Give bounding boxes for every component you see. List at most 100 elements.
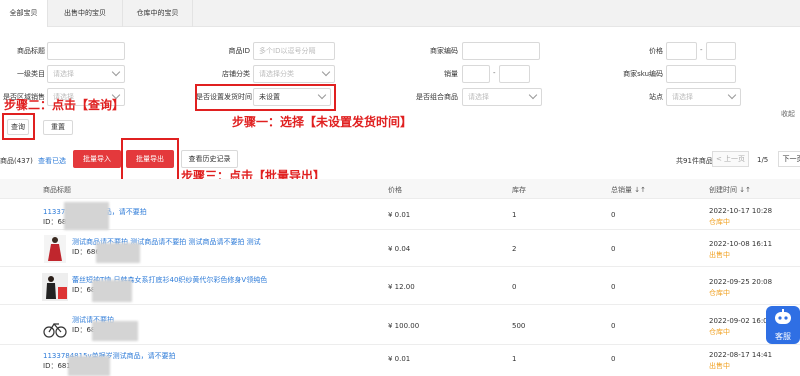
table-row: 113378…（测试商品，请不要拍 ID：68 ¥ 0.01 1 0 2022-… bbox=[0, 199, 800, 230]
header-stock: 库存 bbox=[512, 186, 526, 194]
price: ¥ 0.04 bbox=[388, 245, 411, 253]
category-select[interactable]: 请选择 bbox=[47, 65, 125, 83]
stock: 0 bbox=[512, 283, 517, 291]
annotation-step1: 步骤一：选择【未设置发货时间】 bbox=[232, 115, 413, 129]
tab-all-products[interactable]: 全部宝贝 bbox=[0, 0, 48, 27]
status-badge: 仓库中 bbox=[709, 218, 730, 226]
select-placeholder: 请选择 bbox=[672, 93, 693, 101]
merchant-code-input[interactable] bbox=[462, 42, 540, 60]
page-indicator: 1/5 bbox=[757, 156, 769, 164]
label-shop-category: 店铺分类 bbox=[222, 70, 250, 78]
stock: 2 bbox=[512, 245, 517, 253]
created-time: 2022-10-17 10:28 bbox=[709, 207, 773, 215]
header-created-time[interactable]: 创建时间 ↓↑ bbox=[709, 185, 751, 195]
total-sales: 0 bbox=[611, 211, 616, 219]
tab-in-warehouse[interactable]: 仓库中的宝贝 bbox=[123, 0, 193, 27]
tab-label: 出售中的宝贝 bbox=[64, 9, 106, 17]
label-site: 站点 bbox=[649, 93, 663, 101]
chevron-down-icon bbox=[111, 67, 121, 77]
price-min-input[interactable] bbox=[666, 42, 697, 60]
created-time: 2022-10-08 16:11 bbox=[709, 240, 773, 248]
select-placeholder: 请选择 bbox=[53, 70, 74, 78]
history-button[interactable]: 查看历史记录 bbox=[181, 150, 238, 168]
redacted-block bbox=[92, 321, 138, 341]
prev-page-button[interactable]: < 上一页 bbox=[712, 151, 749, 167]
created-time: 2022-08-17 14:41 bbox=[709, 351, 773, 359]
annotation-step2: 步骤二：点击【查询】 bbox=[4, 98, 125, 112]
status-badge: 出售中 bbox=[709, 362, 730, 370]
collapse-link[interactable]: 收起 bbox=[781, 109, 795, 119]
table-header: 商品标题 价格 库存 总销量 ↓↑ 创建时间 ↓↑ bbox=[0, 179, 800, 199]
view-selected-link[interactable]: 查看已选 bbox=[38, 156, 66, 166]
status-badge: 仓库中 bbox=[709, 289, 730, 297]
total-sales: 0 bbox=[611, 283, 616, 291]
stock: 500 bbox=[512, 322, 526, 330]
redacted-block bbox=[64, 202, 109, 230]
annotation-box-ship-time bbox=[195, 84, 336, 111]
sku-code-input[interactable] bbox=[666, 65, 736, 83]
total-count: 共91件商品 bbox=[676, 157, 713, 165]
product-thumbnail bbox=[42, 312, 68, 340]
stock: 1 bbox=[512, 355, 517, 363]
label-sku-code: 商家sku编码 bbox=[623, 70, 663, 78]
price: ¥ 0.01 bbox=[388, 211, 411, 219]
product-id: ID：68 bbox=[43, 218, 67, 226]
site-select[interactable]: 请选择 bbox=[666, 88, 741, 106]
chevron-down-icon bbox=[528, 90, 538, 100]
tab-label: 仓库中的宝贝 bbox=[136, 9, 179, 17]
reset-button[interactable]: 重置 bbox=[43, 120, 73, 135]
header-price: 价格 bbox=[388, 186, 402, 194]
select-placeholder: 请选择 bbox=[468, 93, 489, 101]
status-badge: 仓库中 bbox=[709, 328, 730, 336]
price: ¥ 12.00 bbox=[388, 283, 415, 291]
product-thumbnail bbox=[42, 273, 68, 301]
next-page-button[interactable]: 下一页 bbox=[778, 151, 800, 167]
table-row: 测试请不要拍 ID：68 ¥ 100.00 500 0 2022-09-02 1… bbox=[0, 305, 800, 345]
label-sales: 销量 bbox=[444, 70, 458, 78]
total-sales: 0 bbox=[611, 322, 616, 330]
price-max-input[interactable] bbox=[706, 42, 736, 60]
sales-max-input[interactable] bbox=[499, 65, 530, 83]
tab-label: 全部宝贝 bbox=[9, 9, 38, 17]
redacted-block bbox=[96, 243, 140, 263]
product-id-input[interactable]: 多个ID以逗号分隔 bbox=[253, 42, 335, 60]
chevron-down-icon bbox=[727, 90, 737, 100]
batch-import-button[interactable]: 批量导入 bbox=[73, 150, 121, 168]
price: ¥ 0.01 bbox=[388, 355, 411, 363]
sales-separator: - bbox=[493, 69, 496, 77]
product-count: 商品(437) bbox=[0, 157, 33, 165]
customer-service-button[interactable]: 客服 bbox=[766, 306, 800, 344]
chevron-down-icon bbox=[321, 67, 331, 77]
price: ¥ 100.00 bbox=[388, 322, 420, 330]
annotation-box-export bbox=[121, 138, 179, 185]
label-combo: 是否组合商品 bbox=[416, 93, 458, 101]
label-category: 一级类目 bbox=[17, 70, 45, 78]
product-id: ID：681 bbox=[43, 362, 71, 370]
stock: 1 bbox=[512, 211, 517, 219]
total-sales: 0 bbox=[611, 355, 616, 363]
annotation-box-query bbox=[2, 113, 35, 140]
product-thumbnail bbox=[44, 235, 66, 263]
label-product-id: 商品ID bbox=[228, 47, 250, 55]
table-row: 测试商品请不要拍 测试商品请不要拍 测试商品请不要拍 测试 ID：686 ¥ 0… bbox=[0, 230, 800, 267]
label-price: 价格 bbox=[649, 47, 663, 55]
tab-bar: 全部宝贝 出售中的宝贝 仓库中的宝贝 bbox=[0, 0, 800, 27]
combo-select[interactable]: 请选择 bbox=[462, 88, 542, 106]
price-separator: - bbox=[700, 46, 703, 54]
created-time: 2022-09-25 20:08 bbox=[709, 278, 773, 286]
shop-category-select[interactable]: 请选择分类 bbox=[253, 65, 335, 83]
customer-service-label: 客服 bbox=[775, 332, 791, 341]
label-product-title: 商品标题 bbox=[17, 47, 45, 55]
tab-on-sale[interactable]: 出售中的宝贝 bbox=[48, 0, 123, 27]
label-merchant-code: 商家编码 bbox=[430, 47, 458, 55]
redacted-block bbox=[68, 356, 110, 376]
product-title-input[interactable] bbox=[47, 42, 125, 60]
created-time: 2022-09-02 16:07 bbox=[709, 317, 773, 325]
header-title: 商品标题 bbox=[43, 186, 71, 194]
table-row: 蕾丝短袖T恤 日韩森女系打底衫40织纱黄代尔彩色修身V领纯色 ID：68 ¥ 1… bbox=[0, 267, 800, 305]
redacted-block bbox=[92, 280, 132, 302]
select-placeholder: 请选择分类 bbox=[259, 70, 294, 78]
header-total-sales[interactable]: 总销量 ↓↑ bbox=[611, 185, 646, 195]
robot-icon bbox=[775, 309, 791, 324]
sales-min-input[interactable] bbox=[462, 65, 490, 83]
